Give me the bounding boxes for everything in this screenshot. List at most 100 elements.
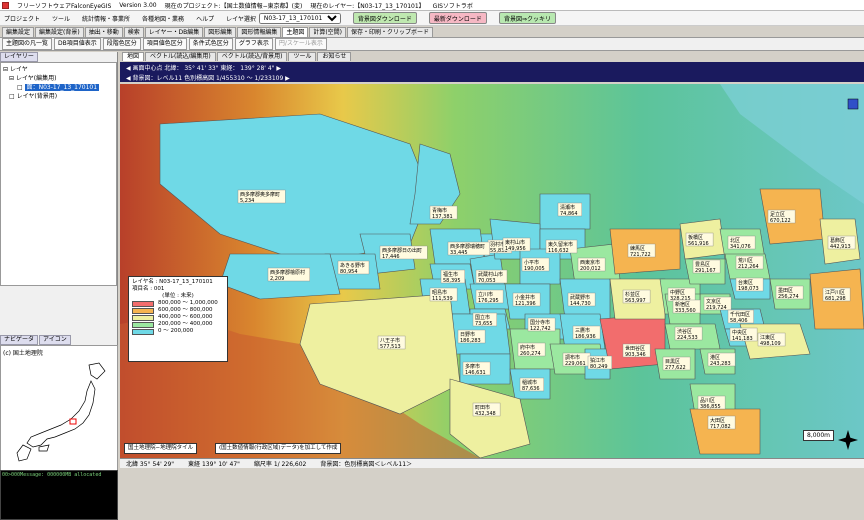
- municipality-value: 670,122: [770, 218, 791, 224]
- tab-save-print[interactable]: 保存・印刷・クリップボード: [347, 27, 434, 37]
- municipality-name: 北区: [730, 237, 740, 244]
- graph-display-button[interactable]: グラフ表示: [234, 38, 273, 50]
- tab-navigator[interactable]: ナビゲータ: [0, 335, 39, 345]
- navigator: ナビゲータ アイコン (c) 国土地理院: [0, 335, 118, 477]
- legend-rows: 800,000 〜 1,000,000 600,000 〜 800,000 400,…: [132, 300, 224, 335]
- circle-scale-button[interactable]: 円/スケール表示: [274, 38, 327, 50]
- municipality-name: 渋谷区: [677, 328, 692, 335]
- menu-maps[interactable]: 各種地図・業務: [142, 14, 184, 23]
- status-latitude: 北緯 35° 54' 29": [126, 461, 175, 468]
- municipality-name: 西多摩郡奥多摩町: [240, 191, 280, 198]
- db-value-button[interactable]: DB項目値表示: [54, 38, 101, 50]
- menu-project[interactable]: プロジェクト: [4, 14, 40, 23]
- tab-extract-move[interactable]: 抽出・移動: [84, 27, 123, 37]
- latest-download-button[interactable]: 最新ダウンロード: [428, 12, 487, 24]
- tab-layer-db[interactable]: レイヤー・DB編集: [144, 27, 204, 37]
- municipality-name: 八王子市: [380, 337, 400, 344]
- tab-search[interactable]: 検索: [123, 27, 144, 37]
- legend-swatch: [132, 307, 154, 314]
- legend-row: 400,000 〜 600,000: [132, 314, 224, 321]
- status-background: 背景図：色別標高図＜レベル11＞: [320, 461, 413, 468]
- map-legend: レイヤ名 : N03-17_13_170101 項目名 : 001 (単位 : …: [128, 276, 228, 362]
- ribbon-tabs: 編集設定 編集設定(背景) 抽出・移動 検索 レイヤー・DB編集 図形編集 図形…: [0, 27, 864, 37]
- legend-swatch: [132, 300, 154, 307]
- map-corner-icon[interactable]: [847, 98, 859, 110]
- municipality-value: 116,632: [548, 248, 569, 254]
- municipality-name: 足立区: [770, 211, 785, 218]
- tab-vector-bg[interactable]: ベクトル(読込/背景用): [216, 52, 288, 61]
- municipality-name: 大田区: [710, 417, 725, 424]
- municipality-name: 昭島市: [432, 289, 447, 296]
- navigator-credit: (c) 国土地理院: [3, 350, 43, 357]
- municipality-name: あきる野市: [340, 262, 365, 269]
- municipality-area[interactable]: [689, 408, 761, 455]
- tab-shape-info[interactable]: 図形情報編集: [237, 27, 282, 37]
- municipality-value: 2,209: [270, 276, 284, 282]
- municipality-name: 小平市: [524, 259, 539, 266]
- municipality-name: 立川市: [478, 291, 493, 298]
- municipality-value: 80,954: [340, 269, 358, 275]
- tab-thematic[interactable]: 主題図: [282, 27, 309, 37]
- background-clear-button[interactable]: 背景図⇒クッキリ: [498, 12, 556, 24]
- municipality-value: 176,295: [478, 298, 499, 304]
- tab-notice[interactable]: お知らせ: [317, 52, 352, 61]
- municipality-name: 羽村市: [490, 241, 505, 248]
- municipality-value: 341,076: [730, 244, 751, 250]
- tab-layer-tree[interactable]: レイヤリー: [0, 52, 38, 62]
- thematic-list-button[interactable]: 主題図の凡一覧: [2, 38, 53, 50]
- municipality-name: 世田谷区: [625, 345, 645, 352]
- municipality-value: 577,513: [380, 344, 401, 350]
- tree-root[interactable]: ⊟ レイヤ: [3, 65, 114, 74]
- menu-tool[interactable]: ツール: [52, 14, 70, 23]
- municipality-name: 小金井市: [515, 294, 535, 301]
- message-text: 00>000Message: 000000MB allocated: [2, 472, 102, 478]
- condition-color-button[interactable]: 条件式色区分: [188, 38, 233, 50]
- tree-bg-layers[interactable]: □ レイヤ(背景用): [3, 92, 114, 101]
- app-version: Version 3.00: [119, 1, 157, 9]
- legend-item: 項目名 : 001: [132, 286, 165, 292]
- municipality-value: 256,274: [778, 294, 799, 300]
- legend-range: 400,000 〜 600,000: [158, 314, 213, 320]
- municipality-value: 58,406: [730, 318, 748, 324]
- municipality-value: 137,381: [432, 214, 453, 220]
- tab-vector-edit[interactable]: ベクトル(読込/編集用): [145, 52, 216, 61]
- graduated-color-button[interactable]: 段階色区分: [102, 38, 141, 50]
- data-credit: (国土数値情報(行政区域)データ)を加工して作成: [215, 443, 342, 454]
- municipality-name: 武蔵野市: [570, 294, 590, 301]
- layer-select[interactable]: N03-17_13_170101: [258, 12, 341, 24]
- legend-unit: (単位 : 未来): [162, 293, 194, 299]
- municipality-value: 681,298: [825, 296, 846, 302]
- tab-shape-edit[interactable]: 図形編集: [204, 27, 237, 37]
- municipality-value: 333,560: [675, 308, 696, 314]
- municipality-value: 74,864: [560, 211, 578, 217]
- legend-swatch: [132, 314, 154, 321]
- municipality-name: 文京区: [706, 298, 721, 305]
- navigator-map[interactable]: (c) 国土地理院: [0, 345, 118, 477]
- municipality-name: 国立市: [475, 314, 490, 321]
- status-scale: 縮尺率 1/ 226,602: [253, 461, 307, 468]
- map-canvas[interactable]: 西多摩郡奥多摩町5,234 青梅市137,381 西多摩郡日の出町17,446 羽村市…: [120, 84, 864, 458]
- municipality-name: 港区: [710, 354, 720, 361]
- map-center-text: ◀ 画面中心点 北緯： 35° 41' 33" 東経： 139° 28' 4" …: [126, 64, 281, 72]
- tab-edit-settings-bg[interactable]: 編集設定(背景): [35, 27, 84, 37]
- tab-icon[interactable]: アイコン: [39, 335, 71, 345]
- municipality-value: 87,636: [522, 386, 540, 392]
- municipality-name: 町田市: [475, 404, 490, 411]
- tree-selected-layer[interactable]: □ 面：N03-17_13_170101: [3, 83, 114, 92]
- tree-edit-layers[interactable]: ⊟ レイヤ(編集用): [3, 74, 114, 83]
- tab-calc[interactable]: 計算(空間): [309, 27, 347, 37]
- app-title: フリーソフトウェアFalconEyeGIS: [17, 2, 112, 10]
- background-download-button[interactable]: 背景図ダウンロード: [352, 12, 417, 24]
- legend-row: 200,000 〜 400,000: [132, 321, 224, 328]
- navigator-tabs: ナビゲータ アイコン: [0, 335, 118, 345]
- tab-map[interactable]: 地図: [122, 52, 145, 61]
- municipality-name: 東久留米市: [548, 241, 573, 248]
- menu-help[interactable]: ヘルプ: [196, 14, 214, 23]
- tab-edit-settings[interactable]: 編集設定: [2, 27, 35, 37]
- current-layer: 現在のレイヤー:【N03-17_13_170101】: [310, 2, 425, 10]
- map-center-bar: ◀ 画面中心点 北緯： 35° 41' 33" 東経： 139° 28' 4" …: [120, 62, 864, 72]
- value-color-button[interactable]: 項目値色区分: [142, 38, 187, 50]
- tab-tools[interactable]: ツール: [288, 52, 317, 61]
- municipality-name: 江東区: [760, 334, 775, 341]
- menu-stats[interactable]: 統計情報・事業所: [82, 14, 130, 23]
